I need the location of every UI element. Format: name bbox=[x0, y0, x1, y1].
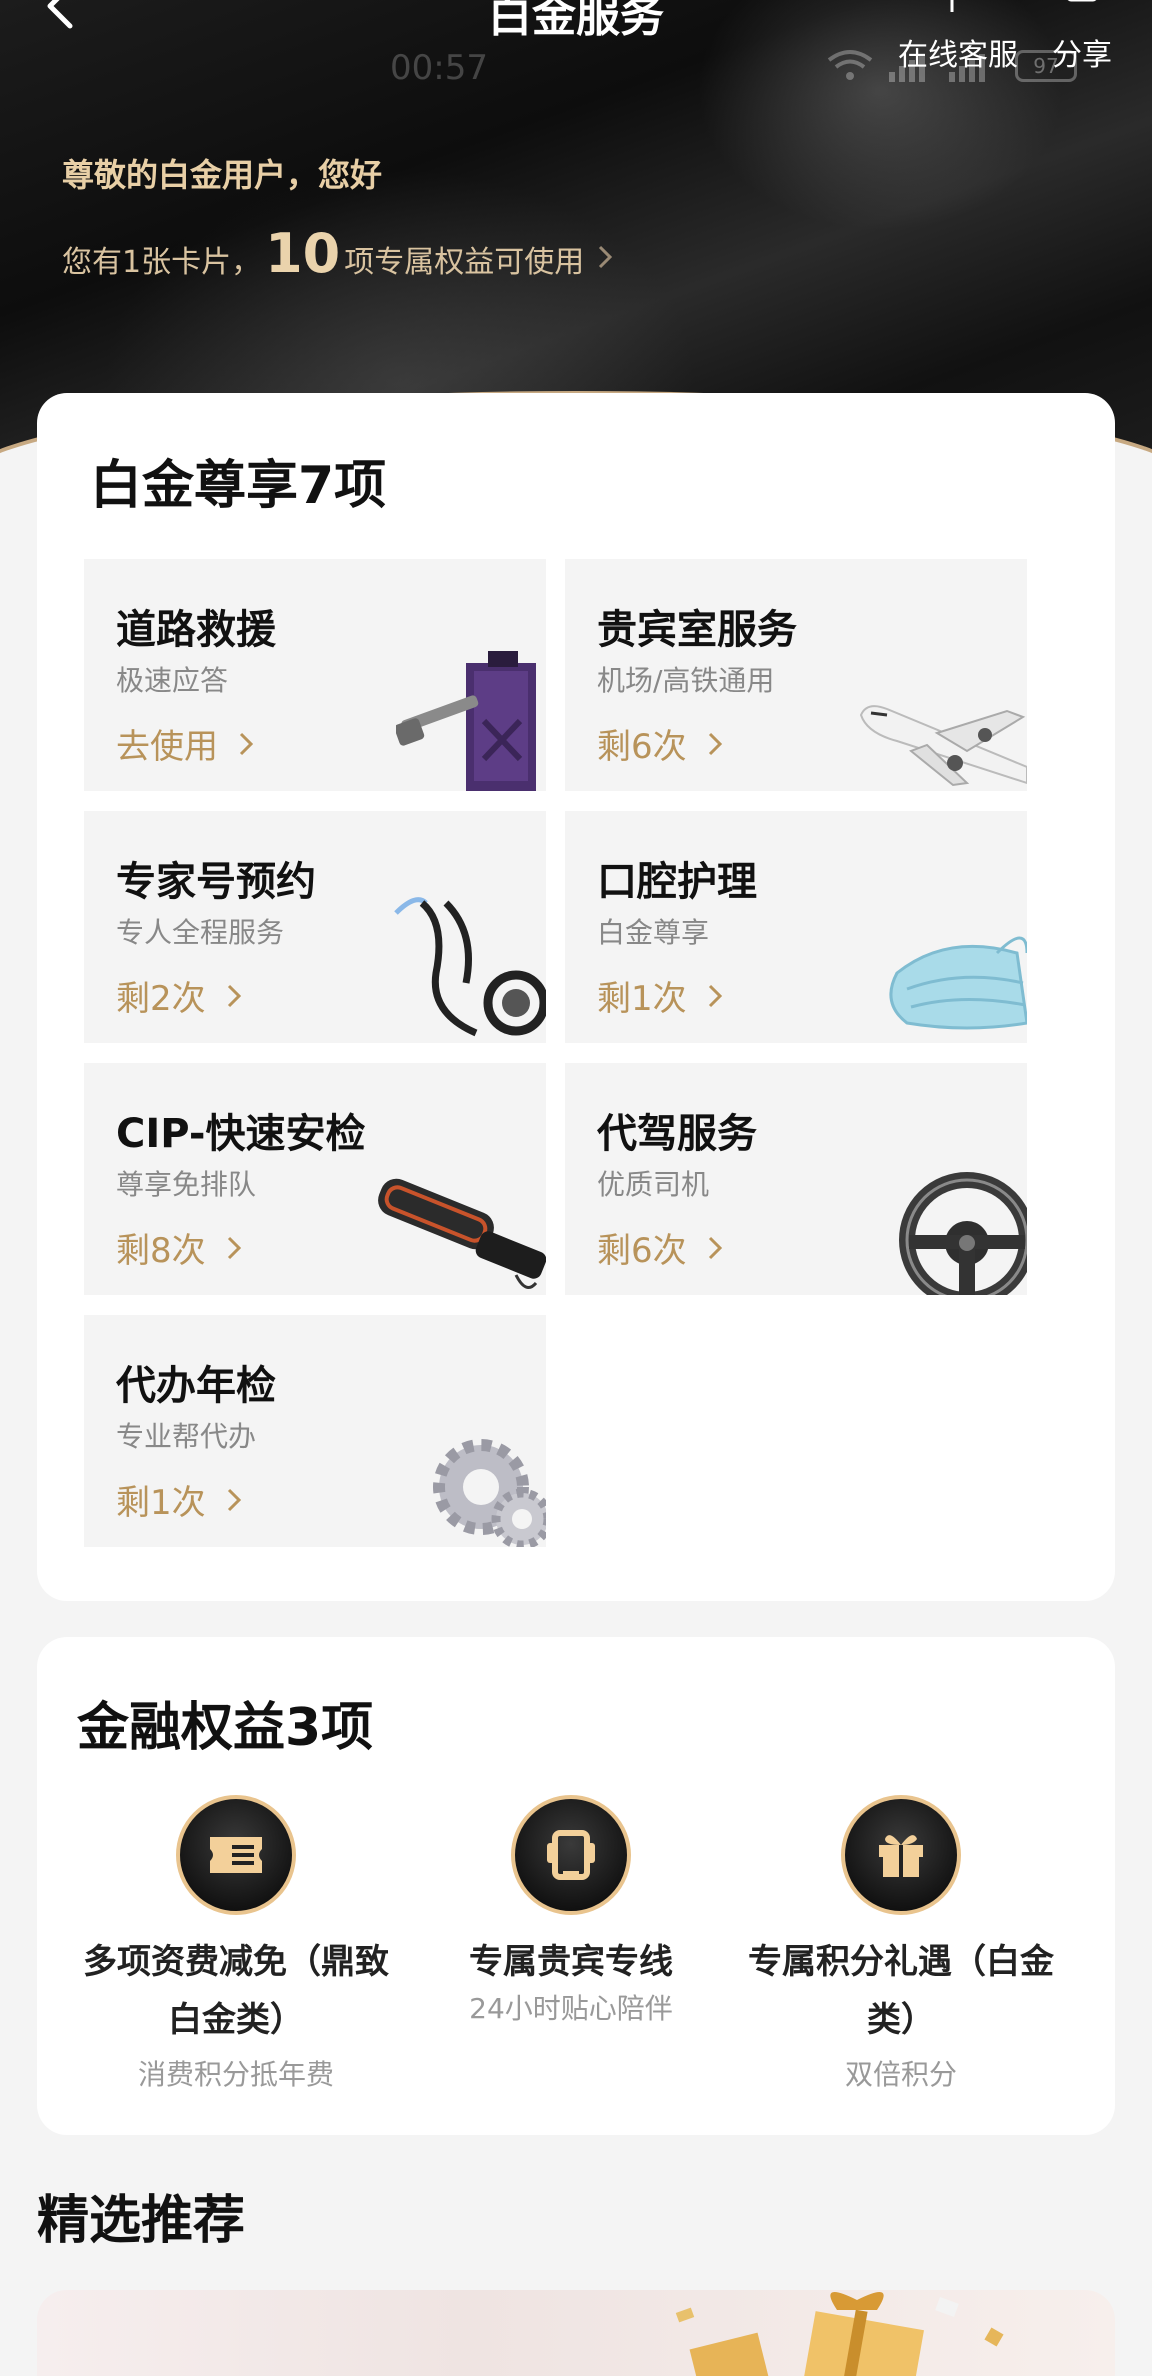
tile-title: 口腔护理 bbox=[597, 859, 757, 905]
share-button[interactable]: 分享 bbox=[1052, 0, 1112, 74]
tile-action-label: 剩2次 bbox=[116, 979, 206, 1019]
tile-road-rescue[interactable]: 道路救援 极速应答 去使用 bbox=[84, 559, 546, 791]
share-label: 分享 bbox=[1052, 38, 1112, 73]
chevron-right-icon bbox=[599, 245, 613, 269]
mask-icon bbox=[889, 936, 1027, 1030]
tile-title: 道路救援 bbox=[116, 607, 276, 653]
fin-item-name: 专属贵宾专线 bbox=[406, 1933, 736, 1991]
tile-designated-driver[interactable]: 代驾服务 优质司机 剩6次 bbox=[565, 1063, 1027, 1295]
vip-section-title: 白金尊享7项 bbox=[90, 456, 387, 516]
recommend-title: 精选推荐 bbox=[37, 2191, 246, 2251]
gift-icon bbox=[841, 1795, 961, 1915]
benefits-summary-link[interactable]: 您有1张卡片， 10 项专属权益可使用 bbox=[62, 222, 614, 285]
finance-section-title: 金融权益3项 bbox=[77, 1698, 374, 1758]
tile-action[interactable]: 剩1次 bbox=[116, 1475, 242, 1524]
tile-action-label: 去使用 bbox=[116, 727, 218, 767]
tile-action[interactable]: 剩2次 bbox=[116, 971, 242, 1020]
tile-action[interactable]: 剩6次 bbox=[597, 1223, 723, 1272]
chevron-right-icon bbox=[708, 1236, 722, 1259]
fin-name-line1: 专属贵宾专线 bbox=[469, 1942, 673, 1982]
fin-item-name: 专属积分礼遇（白金 类） bbox=[736, 1933, 1066, 2049]
tile-action-label: 剩8次 bbox=[116, 1231, 206, 1271]
fee-waiver-item[interactable]: 多项资费减免（鼎致 白金类） 消费积分抵年费 bbox=[71, 1795, 401, 2093]
wifi-icon bbox=[827, 50, 873, 80]
tile-subtitle: 优质司机 bbox=[597, 1168, 710, 1201]
tile-subtitle: 白金尊享 bbox=[597, 916, 710, 949]
share-icon bbox=[1067, 0, 1097, 2]
tile-subtitle: 专人全程服务 bbox=[116, 916, 285, 949]
chevron-right-icon bbox=[227, 984, 241, 1007]
tile-action-label: 剩6次 bbox=[597, 1231, 687, 1271]
fin-item-subtitle: 双倍积分 bbox=[844, 2058, 957, 2091]
stethoscope-icon bbox=[394, 897, 546, 1037]
summary-suffix: 项专属权益可使用 bbox=[344, 245, 585, 280]
chevron-right-icon bbox=[708, 984, 722, 1007]
fuel-can-hammer-icon bbox=[396, 651, 536, 791]
vip-benefits-card: 白金尊享7项 道路救援 极速应答 去使用 贵宾室服务 机场/高铁通用 剩6次 专… bbox=[37, 393, 1115, 1601]
tile-action[interactable]: 去使用 bbox=[116, 719, 254, 768]
phone-icon bbox=[511, 1795, 631, 1915]
fin-name-line2: 白金类） bbox=[168, 2000, 304, 2040]
tile-action[interactable]: 剩1次 bbox=[597, 971, 723, 1020]
tile-title: 贵宾室服务 bbox=[597, 607, 797, 653]
chevron-right-icon bbox=[708, 732, 722, 755]
gears-icon bbox=[433, 1439, 546, 1547]
chevron-right-icon bbox=[227, 1488, 241, 1511]
tile-subtitle: 尊享免排队 bbox=[116, 1168, 257, 1201]
greeting-text: 尊敬的白金用户，您好 bbox=[62, 156, 383, 194]
online-service-label: 在线客服 bbox=[898, 38, 1018, 73]
tile-expert-appointment[interactable]: 专家号预约 专人全程服务 剩2次 bbox=[84, 811, 546, 1043]
tile-title: 专家号预约 bbox=[116, 859, 316, 905]
tile-subtitle: 极速应答 bbox=[116, 664, 229, 697]
finance-benefits-card: 金融权益3项 多项资费减免（鼎致 白金类） 消费积分抵年费 专属贵宾专线 24小… bbox=[37, 1637, 1115, 2135]
tile-title: CIP-快速安检 bbox=[116, 1111, 366, 1157]
fin-name-line1: 专属积分礼遇（白金 bbox=[748, 1942, 1054, 1982]
online-service-button[interactable]: 在线客服 bbox=[898, 0, 1018, 74]
tile-subtitle: 专业帮代办 bbox=[116, 1420, 257, 1453]
tile-annual-inspection[interactable]: 代办年检 专业帮代办 剩1次 bbox=[84, 1315, 546, 1547]
tile-subtitle: 机场/高铁通用 bbox=[597, 664, 775, 697]
airplane-icon bbox=[859, 705, 1027, 787]
tile-action[interactable]: 剩8次 bbox=[116, 1223, 242, 1272]
tile-action[interactable]: 剩6次 bbox=[597, 719, 723, 768]
fin-item-subtitle: 24小时贴心陪伴 bbox=[469, 1992, 673, 2025]
steering-wheel-icon bbox=[899, 1172, 1027, 1295]
vip-hotline-item[interactable]: 专属贵宾专线 24小时贴心陪伴 bbox=[406, 1795, 736, 2027]
summary-prefix: 您有1张卡片， bbox=[62, 245, 262, 280]
tile-action-label: 剩1次 bbox=[116, 1483, 206, 1523]
tile-cip-security[interactable]: CIP-快速安检 尊享免排队 剩8次 bbox=[84, 1063, 546, 1295]
tile-action-label: 剩6次 bbox=[597, 727, 687, 767]
gift-box-image bbox=[675, 2292, 1004, 2376]
benefit-count: 10 bbox=[265, 222, 341, 285]
chevron-right-icon bbox=[227, 1236, 241, 1259]
tile-vip-lounge[interactable]: 贵宾室服务 机场/高铁通用 剩6次 bbox=[565, 559, 1027, 791]
ticket-icon bbox=[176, 1795, 296, 1915]
headset-icon bbox=[950, 0, 954, 12]
tile-title: 代办年检 bbox=[116, 1363, 276, 1409]
fin-item-name: 多项资费减免（鼎致 白金类） bbox=[71, 1933, 401, 2049]
fin-item-subtitle: 消费积分抵年费 bbox=[137, 2058, 334, 2091]
tile-dental-care[interactable]: 口腔护理 白金尊享 剩1次 bbox=[565, 811, 1027, 1043]
tile-action-label: 剩1次 bbox=[597, 979, 687, 1019]
status-time: 00:57 bbox=[390, 48, 488, 88]
points-gift-item[interactable]: 专属积分礼遇（白金 类） 双倍积分 bbox=[736, 1795, 1066, 2093]
fin-name-line2: 类） bbox=[867, 2000, 935, 2040]
fin-name-line1: 多项资费减免（鼎致 bbox=[83, 1942, 389, 1982]
chevron-right-icon bbox=[239, 732, 254, 755]
recommend-banner[interactable] bbox=[37, 2290, 1115, 2376]
tile-title: 代驾服务 bbox=[597, 1111, 757, 1157]
metal-detector-icon bbox=[378, 1178, 546, 1289]
